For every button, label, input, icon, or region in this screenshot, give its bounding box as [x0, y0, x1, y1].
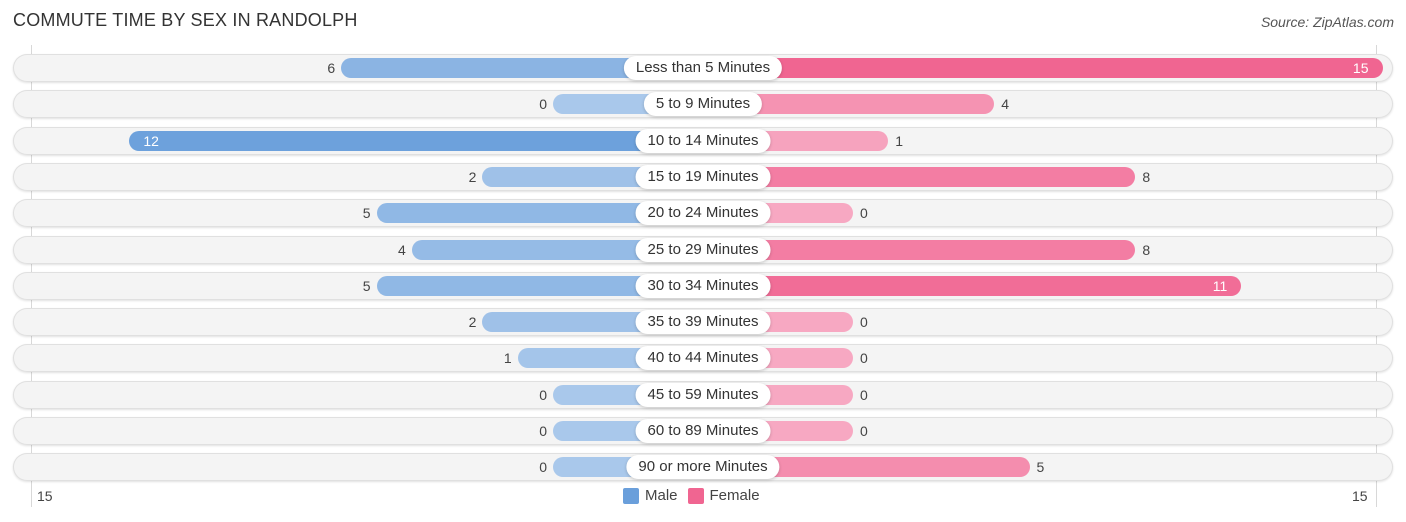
legend-label-female: Female [709, 487, 760, 504]
category-label: 60 to 89 Minutes [635, 419, 771, 443]
value-label-female: 1 [895, 132, 904, 149]
left-axis-tick: 15 [37, 488, 53, 504]
value-label-male: 12 [143, 132, 159, 149]
category-label: 25 to 29 Minutes [635, 237, 771, 262]
value-label-male: 0 [539, 459, 547, 476]
bar-female[interactable] [703, 275, 1242, 296]
legend: Male Female [623, 487, 770, 504]
value-label-female: 4 [1001, 96, 1009, 113]
value-label-male: 2 [468, 314, 477, 331]
legend-swatch-male [623, 487, 639, 504]
category-label: 15 to 19 Minutes [635, 164, 771, 189]
legend-item-female[interactable]: Female [687, 487, 760, 504]
bar-male[interactable] [129, 130, 703, 151]
value-label-male: 0 [539, 386, 547, 403]
value-label-female: 15 [1352, 60, 1369, 76]
value-label-male: 2 [468, 168, 477, 185]
value-label-male: 1 [503, 350, 512, 367]
value-label-female: 0 [860, 350, 868, 367]
category-label: 20 to 24 Minutes [635, 201, 771, 226]
bar-female[interactable] [703, 58, 1383, 78]
category-label: Less than 5 Minutes [623, 56, 783, 80]
category-label: 35 to 39 Minutes [635, 310, 771, 335]
value-label-male: 4 [398, 241, 406, 258]
category-label: 40 to 44 Minutes [635, 346, 771, 371]
value-label-female: 5 [1036, 459, 1045, 476]
value-label-female: 11 [1212, 277, 1228, 294]
value-label-female: 8 [1142, 241, 1151, 258]
value-label-female: 0 [860, 423, 868, 439]
value-label-female: 0 [860, 386, 868, 403]
category-label: 90 or more Minutes [626, 455, 780, 480]
legend-item-male[interactable]: Male [623, 487, 678, 504]
legend-swatch-female [687, 487, 704, 504]
value-label-male: 6 [327, 60, 336, 76]
right-axis-tick: 15 [1352, 488, 1368, 504]
value-label-male: 0 [539, 96, 547, 113]
chart-title: COMMUTE TIME BY SEX IN RANDOLPH [13, 10, 358, 30]
value-label-male: 0 [539, 423, 547, 439]
category-label: 45 to 59 Minutes [635, 382, 771, 407]
legend-label-male: Male [645, 487, 678, 504]
value-label-female: 0 [860, 314, 868, 331]
category-label: 5 to 9 Minutes [643, 92, 763, 117]
source-label: Source: ZipAtlas.com [1260, 14, 1394, 30]
value-label-female: 8 [1142, 168, 1151, 185]
category-label: 30 to 34 Minutes [635, 273, 771, 298]
value-label-male: 5 [362, 205, 371, 222]
value-label-female: 0 [860, 205, 868, 222]
category-label: 10 to 14 Minutes [635, 128, 771, 153]
value-label-male: 5 [362, 277, 371, 294]
